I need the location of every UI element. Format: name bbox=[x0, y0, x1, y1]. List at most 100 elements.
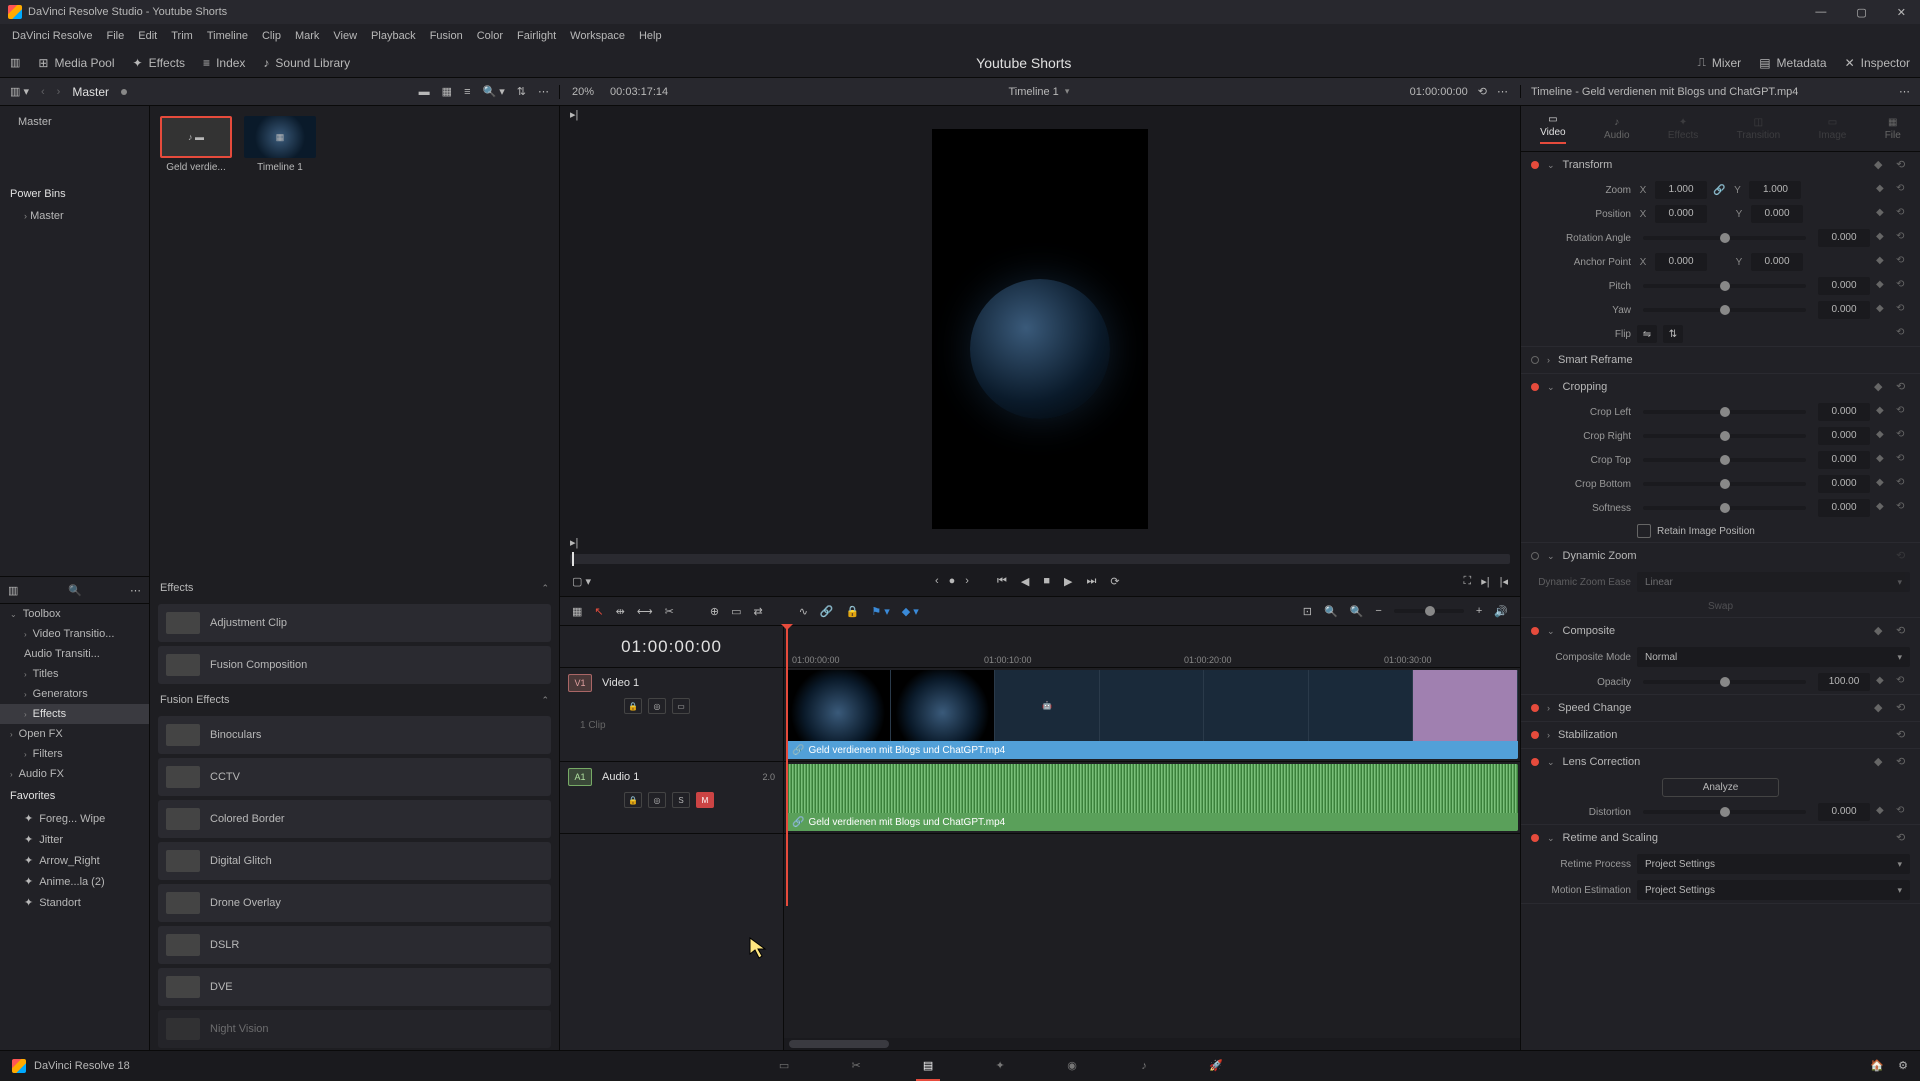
panel-search-icon[interactable]: 🔍 bbox=[68, 584, 80, 596]
yaw-slider[interactable] bbox=[1643, 308, 1806, 312]
index-button[interactable]: ≡Index bbox=[203, 56, 245, 70]
bin-path[interactable]: Master bbox=[72, 85, 109, 99]
keyframe-icon[interactable]: ◆ bbox=[1874, 380, 1888, 394]
fullscreen-icon[interactable]: ⛶ bbox=[1464, 575, 1472, 588]
favorite-item[interactable]: ✦ Foreg... Wipe bbox=[0, 808, 149, 829]
menu-item[interactable]: Timeline bbox=[207, 30, 248, 42]
play-icon[interactable]: ▶ bbox=[1064, 575, 1072, 588]
stop-icon[interactable]: ■ bbox=[1043, 575, 1050, 588]
pitch-slider[interactable] bbox=[1643, 284, 1806, 288]
flip-v-button[interactable]: ⇅ bbox=[1663, 325, 1683, 343]
replace-clip-icon[interactable]: ⇄ bbox=[753, 605, 762, 618]
audio-clip[interactable]: 🔗Geld verdienen mit Blogs und ChatGPT.mp… bbox=[786, 764, 1518, 831]
lens-header[interactable]: Lens Correction bbox=[1563, 756, 1641, 768]
viewer-options-icon[interactable]: ⋯ bbox=[1497, 85, 1508, 98]
favorite-item[interactable]: ✦ Jitter bbox=[0, 829, 149, 850]
panel-options-icon[interactable]: ⋯ bbox=[130, 584, 141, 597]
retime-icon[interactable]: ∿ bbox=[799, 605, 808, 618]
section-toggle[interactable] bbox=[1531, 627, 1539, 635]
toolbox-effects[interactable]: ›Effects bbox=[0, 704, 149, 724]
composite-header[interactable]: Composite bbox=[1563, 625, 1616, 637]
link-icon[interactable]: 🔗 bbox=[820, 605, 834, 618]
distortion-slider[interactable] bbox=[1643, 810, 1806, 814]
pitch-input[interactable]: 0.000 bbox=[1818, 277, 1870, 295]
viewer-zoom[interactable]: 20% bbox=[572, 86, 594, 98]
smart-reframe-header[interactable]: Smart Reframe bbox=[1558, 354, 1633, 366]
playhead[interactable] bbox=[786, 626, 788, 906]
collapse-icon[interactable]: ⌃ bbox=[541, 583, 549, 594]
toolbox-filters[interactable]: ›Filters bbox=[0, 744, 149, 764]
menu-item[interactable]: Workspace bbox=[570, 30, 625, 42]
keyframe-icon[interactable]: ◆ bbox=[1876, 183, 1890, 197]
home-icon[interactable]: 🏠 bbox=[1870, 1059, 1884, 1072]
menu-item[interactable]: View bbox=[333, 30, 357, 42]
toolbox-titles[interactable]: ›Titles bbox=[0, 664, 149, 684]
media-timeline[interactable]: ▦ Timeline 1 bbox=[244, 116, 316, 173]
page-fairlight-icon[interactable]: ♪ bbox=[1132, 1056, 1156, 1076]
nav-fwd-icon[interactable]: › bbox=[57, 86, 61, 98]
fx-item[interactable]: DSLR bbox=[158, 926, 551, 964]
track-tag-v1[interactable]: V1 bbox=[568, 674, 592, 692]
menu-item[interactable]: Playback bbox=[371, 30, 416, 42]
maximize-button[interactable]: ▢ bbox=[1850, 4, 1872, 21]
fx-adjustment-clip[interactable]: Adjustment Clip bbox=[158, 604, 551, 642]
inspector-tab-effects[interactable]: ✦Effects bbox=[1668, 117, 1698, 141]
match-frame-icon[interactable]: ▸| bbox=[570, 109, 578, 121]
distortion-input[interactable]: 0.000 bbox=[1818, 803, 1870, 821]
track-disable-icon[interactable]: ▭ bbox=[672, 698, 690, 714]
keyframe-icon[interactable]: ◆ bbox=[1876, 279, 1890, 293]
timeline-timecode[interactable]: 01:00:00:00 bbox=[1410, 86, 1468, 98]
go-end-icon[interactable]: ⏭ bbox=[1086, 575, 1096, 588]
retime-header[interactable]: Retime and Scaling bbox=[1563, 832, 1658, 844]
menu-item[interactable]: Help bbox=[639, 30, 662, 42]
reset-icon[interactable]: ⟲ bbox=[1896, 231, 1910, 245]
opacity-slider[interactable] bbox=[1643, 680, 1806, 684]
page-media-icon[interactable]: ▭ bbox=[772, 1056, 796, 1076]
track-autoselect-icon[interactable]: ◎ bbox=[648, 698, 666, 714]
zoom-slider[interactable] bbox=[1394, 609, 1464, 613]
pos-y-input[interactable]: 0.000 bbox=[1751, 205, 1803, 223]
speed-header[interactable]: Speed Change bbox=[1558, 702, 1631, 714]
retime-process-dropdown[interactable]: Project Settings▾ bbox=[1637, 854, 1910, 874]
keyframe-icon[interactable]: ◆ bbox=[1876, 303, 1890, 317]
link-xy-icon[interactable]: 🔗 bbox=[1713, 185, 1725, 196]
reset-icon[interactable]: ⟲ bbox=[1896, 183, 1910, 197]
workspace-icon[interactable]: ▥ bbox=[10, 56, 20, 69]
track-tag-a1[interactable]: A1 bbox=[568, 768, 592, 786]
video-clip[interactable]: 🤖 🔗Geld verdienen mit Blogs und ChatGPT.… bbox=[786, 670, 1518, 759]
track-lock-icon[interactable]: 🔒 bbox=[624, 792, 642, 808]
menu-item[interactable]: Trim bbox=[171, 30, 193, 42]
flip-h-button[interactable]: ⇋ bbox=[1637, 325, 1657, 343]
zoom-y-input[interactable]: 1.000 bbox=[1749, 181, 1801, 199]
dynamic-trim-icon[interactable]: ⟷ bbox=[637, 605, 653, 618]
menu-item[interactable]: Edit bbox=[138, 30, 157, 42]
inspector-tab-image[interactable]: ▭Image bbox=[1819, 117, 1847, 141]
bin-master[interactable]: Master bbox=[0, 112, 149, 132]
menu-item[interactable]: Clip bbox=[262, 30, 281, 42]
reset-icon[interactable]: ⟲ bbox=[1896, 158, 1910, 172]
reset-icon[interactable]: ⟲ bbox=[1896, 207, 1910, 221]
timeline-view-icon[interactable]: ▦ bbox=[572, 605, 582, 618]
reset-icon[interactable]: ⟲ bbox=[1896, 380, 1910, 394]
stop-dot-icon[interactable]: ● bbox=[949, 575, 956, 587]
section-toggle[interactable] bbox=[1531, 383, 1539, 391]
cropping-header[interactable]: Cropping bbox=[1563, 381, 1608, 393]
media-clip[interactable]: ♪ ▬ Geld verdie... bbox=[160, 116, 232, 173]
timeline-ruler[interactable]: 01:00:00:00 01:00:10:00 01:00:20:00 01:0… bbox=[784, 626, 1520, 667]
favorite-item[interactable]: ✦ Arrow_Right bbox=[0, 850, 149, 871]
keyframe-icon[interactable]: ◆ bbox=[1876, 231, 1890, 245]
crop-top-slider[interactable] bbox=[1643, 458, 1806, 462]
pos-x-input[interactable]: 0.000 bbox=[1655, 205, 1707, 223]
audio-track-header[interactable]: A1 Audio 1 2.0 🔒 ◎ S M bbox=[560, 762, 783, 834]
fx-fusion-composition[interactable]: Fusion Composition bbox=[158, 646, 551, 684]
transform-header[interactable]: Transform bbox=[1563, 159, 1613, 171]
view-metadata-icon[interactable]: ▬ bbox=[419, 86, 430, 98]
keyframe-icon[interactable]: ◆ bbox=[1876, 255, 1890, 269]
keyframe-icon[interactable]: ◆ bbox=[1874, 158, 1888, 172]
toolbox-audio-transitions[interactable]: Audio Transiti... bbox=[0, 644, 149, 664]
trim-tool-icon[interactable]: ⇹ bbox=[616, 605, 625, 618]
collapse-icon[interactable]: ⌃ bbox=[541, 695, 549, 706]
menu-item[interactable]: DaVinci Resolve bbox=[12, 30, 93, 42]
power-bin-master[interactable]: › Master bbox=[0, 206, 149, 226]
toolbox-generators[interactable]: ›Generators bbox=[0, 684, 149, 704]
